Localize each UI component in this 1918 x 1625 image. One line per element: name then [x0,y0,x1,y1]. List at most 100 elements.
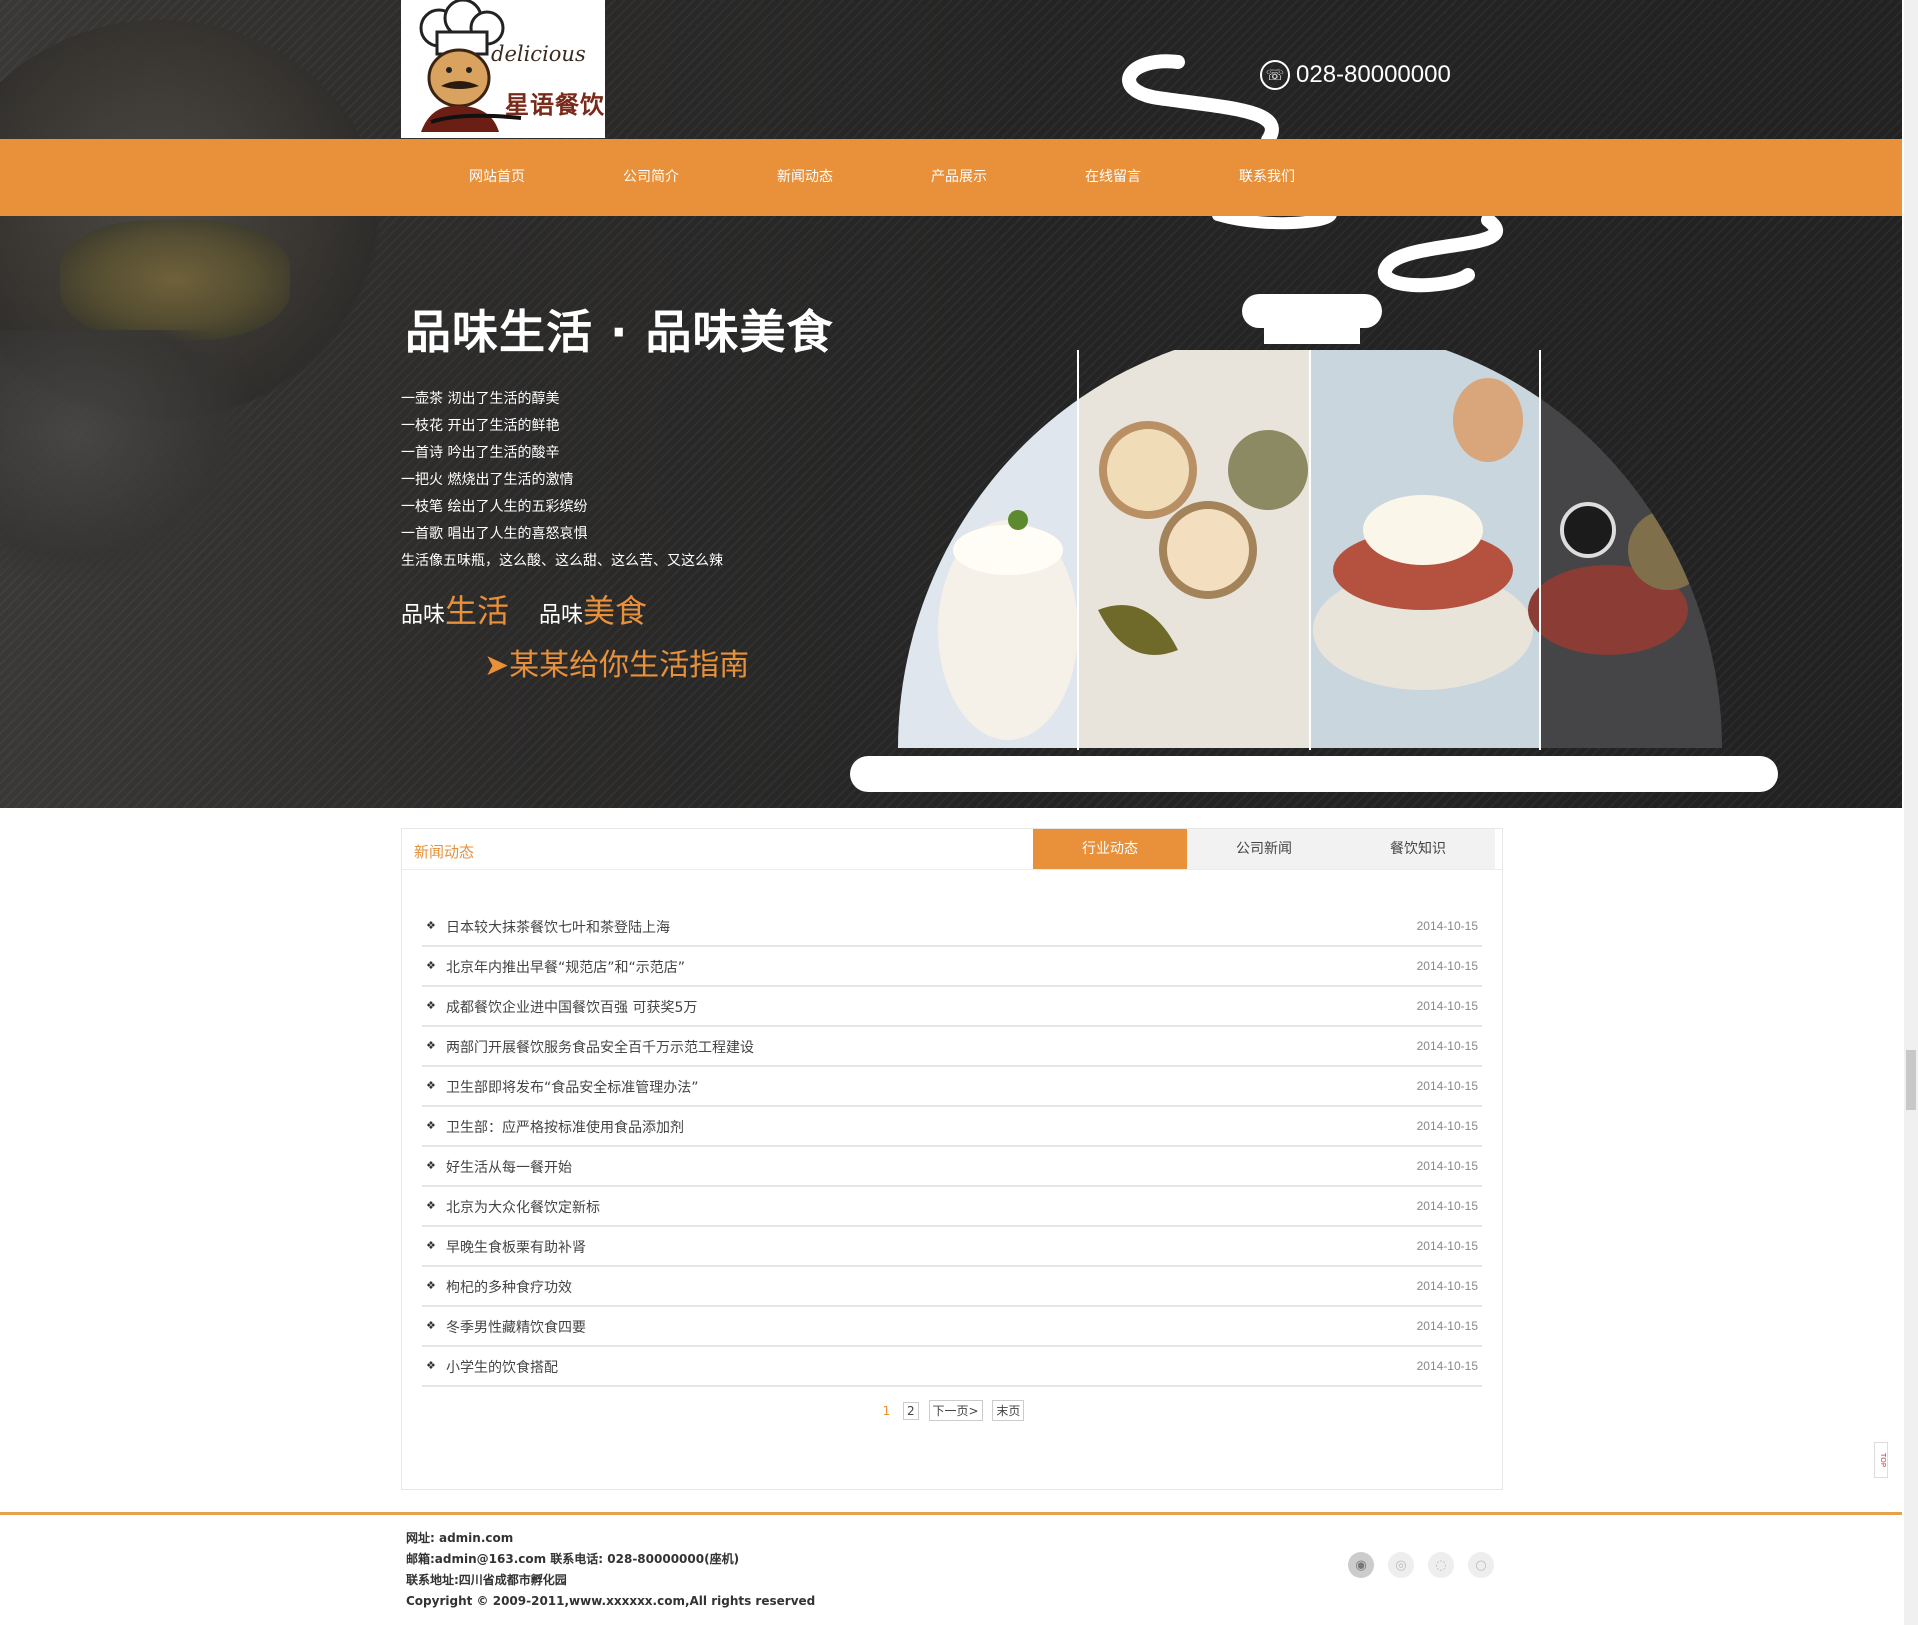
logo-chinese-text: 星语餐饮 [505,91,605,119]
hero-guide-text: ➤某某给你生活指南 [484,648,750,683]
last-page-link[interactable]: 末页 [992,1400,1025,1421]
wechat-icon[interactable]: ◌ [1428,1552,1454,1578]
news-link[interactable]: 冬季男性藏精饮食四要 [446,1317,586,1337]
diamond-bullet-icon: ❖ [426,959,436,972]
diamond-bullet-icon: ❖ [426,919,436,932]
footer-site: 网址: admin.com [406,1531,514,1545]
news-row[interactable]: ❖ 两部门开展餐饮服务食品安全百千万示范工程建设 2014-10-15 [422,1027,1482,1067]
back-to-top-button[interactable]: TOP [1874,1442,1888,1478]
weibo-icon[interactable]: ◎ [1388,1552,1414,1578]
news-link[interactable]: 卫生部即将发布“食品安全标准管理办法” [446,1077,699,1097]
news-list: ❖ 日本较大抹茶餐饮七叶和茶登陆上海 2014-10-15 ❖ 北京年内推出早餐“规范… [422,907,1482,1387]
footer-divider [0,1512,1902,1515]
news-row[interactable]: ❖ 冬季男性藏精饮食四要 2014-10-15 [422,1307,1482,1347]
news-row[interactable]: ❖ 枸杞的多种食疗功效 2014-10-15 [422,1267,1482,1307]
nav-item-about[interactable]: 公司简介 [623,166,679,186]
news-row[interactable]: ❖ 北京年内推出早餐“规范店”和“示范店” 2014-10-15 [422,947,1482,987]
news-header: 新闻动态 行业动态 公司新闻 餐饮知识 [402,829,1502,870]
social-icons: ◉ ◎ ◌ ○ [1348,1552,1494,1578]
hero-slogan: 品味生活 品味美食 [401,586,647,632]
news-date: 2014-10-15 [1416,1319,1478,1333]
news-link[interactable]: 北京为大众化餐饮定新标 [446,1197,600,1217]
news-date: 2014-10-15 [1416,1239,1478,1253]
diamond-bullet-icon: ❖ [426,1119,436,1132]
footer-address: 联系地址:四川省成都市孵化园 [406,1573,567,1587]
diamond-bullet-icon: ❖ [426,1199,436,1212]
news-row[interactable]: ❖ 日本较大抹茶餐饮七叶和茶登陆上海 2014-10-15 [422,907,1482,947]
news-date: 2014-10-15 [1416,1279,1478,1293]
logo-english-text: delicious [491,42,586,66]
news-row[interactable]: ❖ 北京为大众化餐饮定新标 2014-10-15 [422,1187,1482,1227]
diamond-bullet-icon: ❖ [426,1039,436,1052]
news-date: 2014-10-15 [1416,1119,1478,1133]
slogan-prefix: 品味 [401,603,446,628]
plate-food-decoration [60,220,290,340]
page-scrollbar[interactable] [1904,0,1918,1625]
news-section-title: 新闻动态 [414,843,475,861]
slogan-highlight: 生活 [445,592,510,630]
poem-line: 一枝花 开出了生活的鲜艳 [401,418,560,434]
news-date: 2014-10-15 [1416,1359,1478,1373]
diamond-bullet-icon: ❖ [426,1079,436,1092]
footer-copyright: Copyright © 2009-2011,www.xxxxxx.com,All… [406,1594,816,1608]
diamond-bullet-icon: ❖ [426,999,436,1012]
poem-line: 一把火 燃烧出了生活的激情 [401,472,574,488]
share-icon[interactable]: ○ [1468,1552,1494,1578]
diamond-bullet-icon: ❖ [426,1319,436,1332]
poem-line: 一首歌 唱出了人生的喜怒哀惧 [401,526,588,542]
news-link[interactable]: 卫生部：应严格按标准使用食品添加剂 [446,1117,684,1137]
news-row[interactable]: ❖ 早晚生食板栗有助补肾 2014-10-15 [422,1227,1482,1267]
news-panel: 新闻动态 行业动态 公司新闻 餐饮知识 ❖ 日本较大抹茶餐饮七叶和茶登陆上海 201… [401,828,1503,1490]
news-link[interactable]: 北京年内推出早餐“规范店”和“示范店” [446,957,685,977]
nav-item-news[interactable]: 新闻动态 [777,166,833,186]
news-row[interactable]: ❖ 好生活从每一餐开始 2014-10-15 [422,1147,1482,1187]
news-link[interactable]: 两部门开展餐饮服务食品安全百千万示范工程建设 [446,1037,754,1057]
footer-info: 网址: admin.com 邮箱:admin@163.com 联系电话: 028… [406,1528,815,1612]
news-link[interactable]: 好生活从每一餐开始 [446,1157,572,1177]
diamond-bullet-icon: ❖ [426,1279,436,1292]
tab-industry-news[interactable]: 行业动态 [1033,829,1187,869]
pagination: 1 2 下一页> 末页 [402,1400,1502,1421]
news-row[interactable]: ❖ 小学生的饮食搭配 2014-10-15 [422,1347,1482,1387]
news-date: 2014-10-15 [1416,1039,1478,1053]
slogan-highlight: 美食 [583,592,648,630]
qq-icon[interactable]: ◉ [1348,1552,1374,1578]
tab-company-news[interactable]: 公司新闻 [1187,829,1341,869]
cloth-decoration [0,330,260,590]
news-link[interactable]: 早晚生食板栗有助补肾 [446,1237,586,1257]
nav-item-message[interactable]: 在线留言 [1085,166,1141,186]
footer-contact: 邮箱:admin@163.com 联系电话: 028-80000000(座机) [406,1552,740,1566]
news-link[interactable]: 成都餐饮企业进中国餐饮百强 可获奖5万 [446,997,697,1017]
nav-item-contact[interactable]: 联系我们 [1239,166,1295,186]
poem-line: 一首诗 吟出了生活的酸辛 [401,445,560,461]
news-row[interactable]: ❖ 卫生部：应严格按标准使用食品添加剂 2014-10-15 [422,1107,1482,1147]
poem-line: 生活像五味瓶，这么酸、这么甜、这么苦、又这么辣 [401,553,723,569]
page-2-link[interactable]: 2 [903,1402,919,1420]
scrollbar-thumb[interactable] [1906,1050,1916,1110]
news-row[interactable]: ❖ 卫生部即将发布“食品安全标准管理办法” 2014-10-15 [422,1067,1482,1107]
news-date: 2014-10-15 [1416,1079,1478,1093]
next-page-link[interactable]: 下一页> [928,1400,983,1421]
tab-catering-knowledge[interactable]: 餐饮知识 [1341,829,1495,869]
news-date: 2014-10-15 [1416,999,1478,1013]
news-date: 2014-10-15 [1416,1159,1478,1173]
page-current: 1 [882,1404,891,1418]
diamond-bullet-icon: ❖ [426,1239,436,1252]
slogan-prefix: 品味 [539,603,584,628]
news-link[interactable]: 日本较大抹茶餐饮七叶和茶登陆上海 [446,917,670,937]
news-row[interactable]: ❖ 成都餐饮企业进中国餐饮百强 可获奖5万 2014-10-15 [422,987,1482,1027]
news-date: 2014-10-15 [1416,1199,1478,1213]
news-link[interactable]: 小学生的饮食搭配 [446,1357,558,1377]
site-logo[interactable]: delicious 星语餐饮 [401,0,605,138]
hero-title: 品味生活 · 品味美食 [405,305,834,359]
poem-line: 一壶茶 沏出了生活的醇美 [401,391,560,407]
news-link[interactable]: 枸杞的多种食疗功效 [446,1277,572,1297]
main-nav: 网站首页 公司简介 新闻动态 产品展示 在线留言 联系我们 [0,139,1902,216]
nav-item-home[interactable]: 网站首页 [469,166,525,186]
poem-line: 一枝笔 绘出了人生的五彩缤纷 [401,499,588,515]
news-date: 2014-10-15 [1416,959,1478,973]
hero-poem: 一壶茶 沏出了生活的醇美 一枝花 开出了生活的鲜艳 一首诗 吟出了生活的酸辛 一… [401,386,723,575]
diamond-bullet-icon: ❖ [426,1359,436,1372]
news-date: 2014-10-15 [1416,919,1478,933]
nav-item-products[interactable]: 产品展示 [931,166,987,186]
